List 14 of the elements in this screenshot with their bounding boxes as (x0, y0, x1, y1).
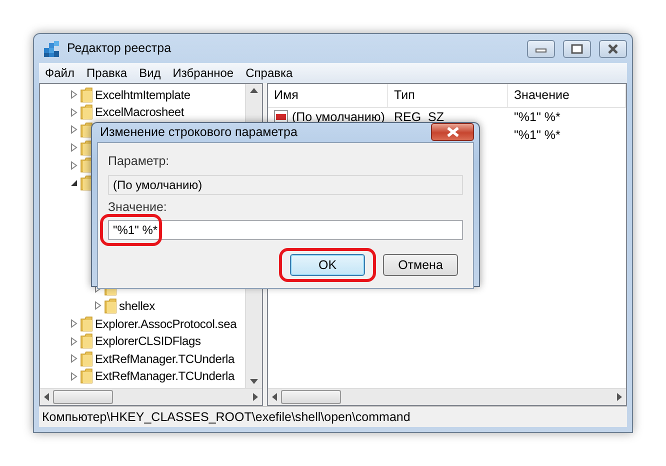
window-title: Редактор реестра (67, 40, 172, 58)
tree-label: ExtRefManager.TCUnderla (95, 352, 234, 365)
dialog-title: Изменение строкового параметра (100, 124, 298, 141)
status-path: Компьютер\HKEY_CLASSES_ROOT\exefile\shell\open\command (42, 408, 410, 426)
tree-label: ExtRefManager.TCUnderla (95, 370, 234, 382)
tree-label: ExplorerCLSIDFlags (95, 335, 201, 348)
value-data: "%1" %* (513, 126, 560, 144)
value-data: "%1" %* (513, 108, 560, 126)
tree-label: ExcelMacrosheet (95, 106, 184, 118)
tree-label: Explorer.AssocProtocol.sea (95, 318, 237, 330)
field-label: Значение: (108, 198, 168, 216)
tree-label: shellex (119, 300, 155, 312)
field-label: Параметр: (108, 152, 170, 170)
tree-label: ExcelhtmItemplate (95, 88, 190, 101)
